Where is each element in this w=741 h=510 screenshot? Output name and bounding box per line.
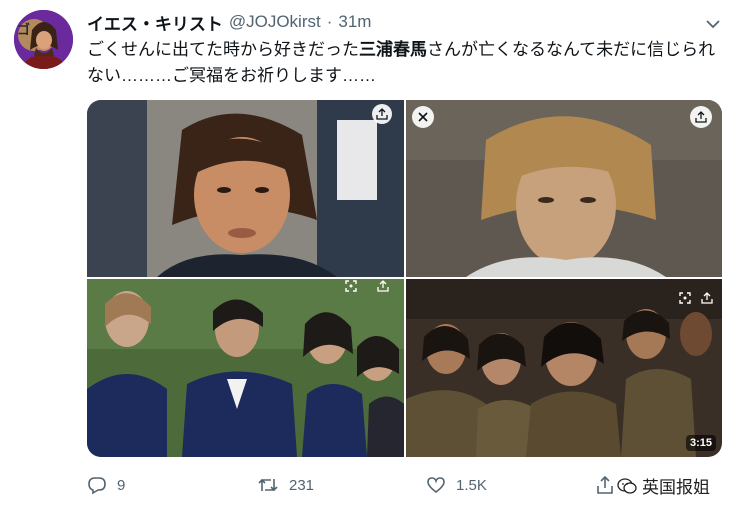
share-button[interactable] bbox=[372, 104, 392, 124]
timestamp[interactable]: 31m bbox=[338, 12, 371, 32]
retweet-count: 231 bbox=[289, 476, 315, 494]
avatar-image: ゴ bbox=[14, 10, 73, 69]
chevron-down-icon[interactable] bbox=[705, 16, 721, 32]
media-photo-2[interactable] bbox=[406, 100, 722, 277]
watermark-text: 英国报姐 bbox=[642, 478, 710, 497]
svg-text:ゴ: ゴ bbox=[17, 22, 30, 37]
retweet-button[interactable]: 231 bbox=[257, 470, 314, 500]
share-icon bbox=[701, 292, 713, 304]
video-duration: 3:15 bbox=[685, 435, 716, 451]
focus-icon bbox=[345, 280, 357, 292]
media-video[interactable]: 3:15 bbox=[406, 279, 722, 457]
video-thumbnail-image bbox=[406, 279, 722, 457]
like-button[interactable]: 1.5K bbox=[426, 470, 487, 500]
separator-dot: · bbox=[326, 12, 333, 31]
share-button[interactable] bbox=[696, 287, 718, 309]
media-grid: 3:15 bbox=[87, 100, 722, 457]
share-button[interactable] bbox=[690, 106, 712, 128]
watermark: 英国报姐 bbox=[617, 473, 710, 498]
share-icon bbox=[376, 108, 388, 120]
heart-icon bbox=[427, 477, 445, 494]
share-tweet-button[interactable] bbox=[595, 470, 615, 500]
like-count: 1.5K bbox=[456, 476, 487, 494]
reply-count: 9 bbox=[117, 476, 126, 494]
photo-3-image bbox=[87, 279, 404, 457]
share-icon bbox=[377, 280, 389, 292]
reply-button[interactable]: 9 bbox=[87, 470, 125, 500]
photo-1-image bbox=[87, 100, 404, 277]
display-name[interactable]: イエス・キリスト bbox=[87, 10, 223, 35]
tweet-text-bold: 三浦春馬 bbox=[359, 40, 427, 59]
share-icon bbox=[597, 475, 613, 494]
close-media-button[interactable] bbox=[412, 106, 434, 128]
photo-2-image bbox=[406, 100, 722, 277]
media-photo-3[interactable] bbox=[87, 279, 404, 457]
expand-button[interactable] bbox=[674, 287, 696, 309]
share-icon bbox=[695, 111, 707, 123]
reply-icon bbox=[88, 477, 106, 495]
tweet-text-part: ごくせんに出てた時から好きだった bbox=[87, 40, 359, 59]
close-icon bbox=[418, 112, 428, 122]
media-photo-1[interactable] bbox=[87, 100, 404, 277]
avatar[interactable]: ゴ bbox=[14, 10, 73, 69]
wechat-logo-icon bbox=[617, 477, 637, 494]
tweet-header: イエス・キリスト @JOJOkirst · 31m bbox=[87, 10, 371, 34]
user-handle[interactable]: @JOJOkirst bbox=[229, 12, 321, 32]
retweet-icon bbox=[258, 478, 278, 492]
tweet-text: ごくせんに出てた時から好きだった三浦春馬さんが亡くなるなんて未だに信じられない…… bbox=[87, 37, 727, 89]
focus-icon bbox=[679, 292, 691, 304]
